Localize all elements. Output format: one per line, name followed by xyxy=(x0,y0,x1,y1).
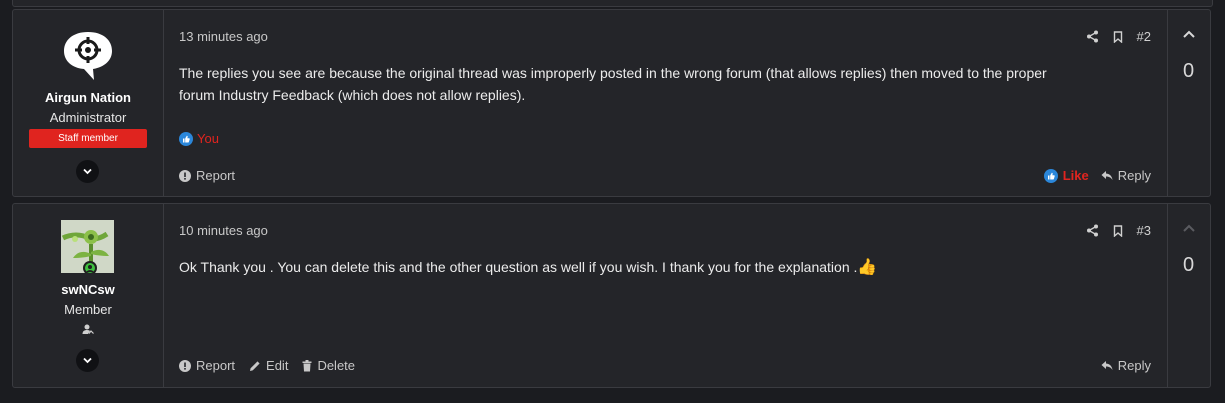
post-content: 13 minutes ago #2 The replies you see ar… xyxy=(163,10,1168,196)
post-content: 10 minutes ago #3 Ok Thank you . You can… xyxy=(163,204,1168,387)
post-header-actions: #3 xyxy=(1086,223,1151,238)
message-line: The replies you see are because the orig… xyxy=(179,65,1047,81)
username[interactable]: swNCsw xyxy=(13,282,163,297)
edit-icon xyxy=(250,360,260,371)
user-info: swNCsw Member xyxy=(13,204,164,387)
upvote-button[interactable] xyxy=(1167,26,1210,44)
trash-icon xyxy=(302,359,312,371)
edit-button[interactable]: Edit xyxy=(249,358,288,373)
post-message: The replies you see are because the orig… xyxy=(179,62,1139,106)
reply-icon xyxy=(1101,171,1113,180)
reply-label: Reply xyxy=(1117,358,1151,373)
vote-panel: 0 xyxy=(1167,10,1210,196)
post: swNCsw Member 10 minutes ago #3 Ok Thank… xyxy=(12,203,1211,388)
like-icon xyxy=(1043,168,1058,183)
user-title: Administrator xyxy=(49,110,127,125)
chevron-up-icon xyxy=(1182,30,1195,38)
member-icon xyxy=(82,324,94,334)
report-button[interactable]: Report xyxy=(179,168,235,183)
post-header-actions: #2 xyxy=(1086,29,1151,44)
reply-icon xyxy=(1101,361,1113,370)
message-text: Ok Thank you . You can delete this and t… xyxy=(179,259,858,275)
avatar[interactable] xyxy=(61,220,114,273)
post: Airgun Nation Administrator Staff member… xyxy=(12,9,1211,197)
share-icon[interactable] xyxy=(1086,30,1099,43)
post-footer: Report Like Reply xyxy=(179,168,1151,188)
post-number-link[interactable]: #3 xyxy=(1137,223,1151,238)
post-time[interactable]: 13 minutes ago xyxy=(179,29,268,44)
reaction-users[interactable]: You xyxy=(197,131,219,146)
chevron-down-icon xyxy=(83,168,92,175)
report-icon xyxy=(179,169,191,182)
chevron-down-icon xyxy=(83,357,92,364)
post-number-link[interactable]: #2 xyxy=(1137,29,1151,44)
bookmark-icon[interactable] xyxy=(1113,30,1123,43)
reply-button[interactable]: Reply xyxy=(1101,168,1151,183)
like-label: Like xyxy=(1062,168,1089,183)
staff-badge: Staff member xyxy=(29,129,147,148)
chevron-up-icon xyxy=(1182,224,1195,232)
post-time[interactable]: 10 minutes ago xyxy=(179,223,268,238)
airgun-nation-logo[interactable] xyxy=(60,28,116,84)
upvote-button[interactable] xyxy=(1167,220,1210,238)
like-icon xyxy=(179,131,193,146)
expand-user-info-button[interactable] xyxy=(76,349,99,372)
reply-label: Reply xyxy=(1117,168,1151,183)
user-title: Member xyxy=(64,302,112,317)
username[interactable]: Airgun Nation xyxy=(13,90,163,105)
reply-button[interactable]: Reply xyxy=(1101,358,1151,373)
report-label: Report xyxy=(196,168,236,183)
report-label: Report xyxy=(196,358,236,373)
share-icon[interactable] xyxy=(1086,224,1099,237)
like-button[interactable]: Like xyxy=(1043,168,1089,183)
reactions-bar[interactable]: You xyxy=(179,131,219,146)
message-line: forum Industry Feedback (which does not … xyxy=(179,87,526,103)
vote-count: 0 xyxy=(1182,254,1195,276)
post-footer: Report Edit Delete Reply xyxy=(179,358,1151,378)
thumbs-up-emoji: 👍 xyxy=(857,259,878,276)
report-button[interactable]: Report xyxy=(179,358,235,373)
vote-panel: 0 xyxy=(1167,204,1210,387)
delete-label: Delete xyxy=(317,358,356,373)
delete-button[interactable]: Delete xyxy=(302,358,355,373)
bookmark-icon[interactable] xyxy=(1113,224,1123,237)
previous-post-edge xyxy=(12,0,1213,7)
report-icon xyxy=(179,359,191,372)
vote-count: 0 xyxy=(1182,60,1195,82)
post-message: Ok Thank you . You can delete this and t… xyxy=(179,256,1139,278)
user-info: Airgun Nation Administrator Staff member xyxy=(13,10,164,196)
edit-label: Edit xyxy=(266,358,289,373)
expand-user-info-button[interactable] xyxy=(76,160,99,183)
